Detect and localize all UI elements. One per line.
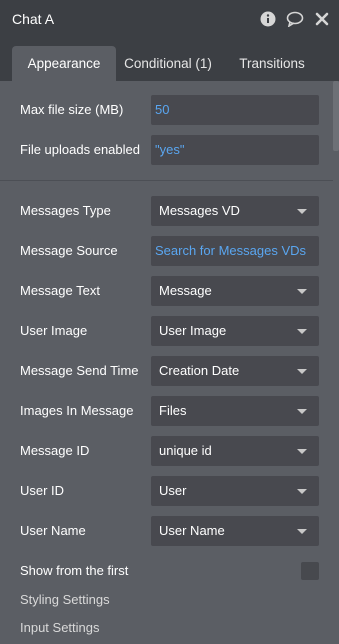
chevron-down-icon: [297, 409, 307, 414]
message-text-label: Message Text: [20, 283, 100, 298]
message-send-time-value: Creation Date: [159, 363, 240, 378]
show-from-first-checkbox[interactable]: [301, 562, 319, 580]
show-from-first-label: Show from the first: [20, 563, 129, 578]
user-name-row: User Name User Name: [0, 516, 333, 546]
message-source-row: Message Source Search for Messages VDs: [0, 236, 333, 266]
appearance-panel: Max file size (MB) 50 File uploads enabl…: [0, 81, 333, 644]
user-id-label: User ID: [20, 483, 65, 498]
message-send-time-dropdown[interactable]: Creation Date: [151, 356, 319, 386]
message-id-dropdown[interactable]: unique id: [151, 436, 319, 466]
images-in-message-dropdown[interactable]: Files: [151, 396, 319, 426]
message-source-label: Message Source: [20, 243, 118, 258]
images-in-message-label: Images In Message: [20, 403, 134, 418]
user-name-value: User Name: [159, 523, 225, 538]
user-name-label: User Name: [20, 523, 86, 538]
chevron-down-icon: [297, 329, 307, 334]
file-uploads-row: File uploads enabled "yes": [0, 135, 333, 165]
file-uploads-label: File uploads enabled: [20, 142, 140, 157]
max-file-size-row: Max file size (MB) 50: [0, 95, 333, 125]
message-source-input[interactable]: Search for Messages VDs: [151, 236, 319, 266]
chevron-down-icon: [297, 489, 307, 494]
chevron-down-icon: [297, 209, 307, 214]
element-title[interactable]: Chat A: [12, 11, 54, 27]
info-icon[interactable]: [259, 10, 277, 28]
user-id-row: User ID User: [0, 476, 333, 506]
message-send-time-label: Message Send Time: [20, 363, 139, 378]
close-icon[interactable]: [313, 10, 331, 28]
section-divider: [0, 180, 333, 181]
messages-type-dropdown[interactable]: Messages VD: [151, 196, 319, 226]
images-in-message-value: Files: [159, 403, 187, 418]
chevron-down-icon: [297, 449, 307, 454]
chevron-down-icon: [297, 369, 307, 374]
message-id-label: Message ID: [20, 443, 90, 458]
chevron-down-icon: [297, 289, 307, 294]
user-name-dropdown[interactable]: User Name: [151, 516, 319, 546]
messages-type-value: Messages VD: [159, 203, 240, 218]
property-editor-header: Chat A: [0, 0, 339, 40]
tab-bar: Appearance Conditional (1) Transitions: [0, 40, 339, 81]
tab-conditional[interactable]: Conditional (1): [118, 46, 218, 81]
tab-appearance[interactable]: Appearance: [12, 46, 116, 81]
comment-icon[interactable]: [286, 10, 304, 28]
message-text-row: Message Text Message: [0, 276, 333, 306]
styling-settings-section[interactable]: Styling Settings: [20, 592, 110, 607]
scrollbar-track[interactable]: [333, 81, 339, 644]
messages-type-row: Messages Type Messages VD: [0, 196, 333, 226]
message-id-value: unique id: [159, 443, 212, 458]
user-id-value: User: [159, 483, 187, 498]
message-id-row: Message ID unique id: [0, 436, 333, 466]
tab-transitions[interactable]: Transitions: [228, 46, 316, 81]
max-file-size-label: Max file size (MB): [20, 102, 124, 117]
user-image-label: User Image: [20, 323, 88, 338]
message-text-value: Message: [159, 283, 212, 298]
input-settings-section[interactable]: Input Settings: [20, 620, 100, 635]
chevron-down-icon: [297, 529, 307, 534]
images-in-message-row: Images In Message Files: [0, 396, 333, 426]
user-image-value: User Image: [159, 323, 227, 338]
user-id-dropdown[interactable]: User: [151, 476, 319, 506]
user-image-dropdown[interactable]: User Image: [151, 316, 319, 346]
message-send-time-row: Message Send Time Creation Date: [0, 356, 333, 386]
max-file-size-input[interactable]: 50: [151, 95, 319, 125]
header-icons: [259, 10, 331, 28]
file-uploads-input[interactable]: "yes": [151, 135, 319, 165]
user-image-row: User Image User Image: [0, 316, 333, 346]
message-text-dropdown[interactable]: Message: [151, 276, 319, 306]
show-from-first-row: Show from the first: [0, 556, 333, 586]
messages-type-label: Messages Type: [20, 203, 111, 218]
scrollbar-thumb[interactable]: [333, 81, 339, 151]
